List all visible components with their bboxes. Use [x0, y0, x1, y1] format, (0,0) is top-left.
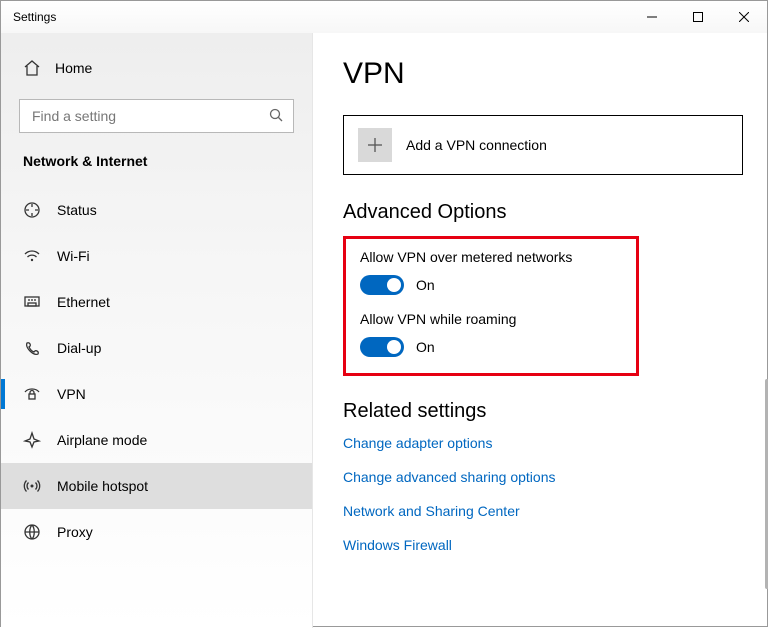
category-header: Network & Internet — [1, 153, 312, 187]
airplane-icon — [23, 431, 41, 449]
toggle-switch-metered[interactable] — [360, 275, 404, 295]
link-windows-firewall[interactable]: Windows Firewall — [343, 537, 747, 553]
sidebar-item-dialup[interactable]: Dial-up — [1, 325, 312, 371]
sidebar-item-airplane[interactable]: Airplane mode — [1, 417, 312, 463]
home-label: Home — [55, 60, 92, 76]
window-title: Settings — [13, 10, 56, 24]
wifi-icon — [23, 247, 41, 265]
home-icon — [23, 59, 41, 77]
toggle-state: On — [416, 277, 435, 293]
related-links: Change adapter options Change advanced s… — [343, 435, 747, 563]
sidebar: Home Network & Internet Status — [1, 33, 313, 628]
home-button[interactable]: Home — [1, 51, 312, 85]
sidebar-item-wifi[interactable]: Wi-Fi — [1, 233, 312, 279]
minimize-button[interactable] — [629, 1, 675, 33]
toggle-label: Allow VPN while roaming — [360, 311, 622, 327]
hotspot-icon — [23, 477, 41, 495]
maximize-button[interactable] — [675, 1, 721, 33]
sidebar-item-ethernet[interactable]: Ethernet — [1, 279, 312, 325]
titlebar: Settings — [1, 1, 767, 33]
sidebar-item-proxy[interactable]: Proxy — [1, 509, 312, 555]
add-vpn-label: Add a VPN connection — [406, 137, 547, 153]
plus-icon — [358, 128, 392, 162]
toggle-label: Allow VPN over metered networks — [360, 249, 622, 265]
search-icon — [269, 108, 283, 125]
search-input[interactable] — [19, 99, 294, 133]
link-network-center[interactable]: Network and Sharing Center — [343, 503, 747, 519]
sidebar-item-vpn[interactable]: VPN — [1, 371, 312, 417]
toggle-state: On — [416, 339, 435, 355]
nav-list: Status Wi-Fi Ethernet Dial-up — [1, 187, 312, 555]
sidebar-item-label: Ethernet — [57, 294, 110, 310]
close-button[interactable] — [721, 1, 767, 33]
window-controls — [629, 1, 767, 33]
dialup-icon — [23, 339, 41, 357]
toggle-metered: Allow VPN over metered networks On — [360, 249, 622, 295]
status-icon — [23, 201, 41, 219]
proxy-icon — [23, 523, 41, 541]
related-settings-heading: Related settings — [343, 400, 747, 423]
sidebar-item-label: VPN — [57, 386, 86, 402]
advanced-options-heading: Advanced Options — [343, 201, 747, 224]
toggle-switch-roaming[interactable] — [360, 337, 404, 357]
sidebar-item-label: Wi-Fi — [57, 248, 90, 264]
sidebar-item-status[interactable]: Status — [1, 187, 312, 233]
add-vpn-button[interactable]: Add a VPN connection — [343, 115, 743, 175]
maximize-icon — [693, 12, 703, 22]
search-field[interactable] — [30, 107, 269, 125]
link-adapter-options[interactable]: Change adapter options — [343, 435, 747, 451]
sidebar-item-label: Airplane mode — [57, 432, 147, 448]
vpn-icon — [23, 385, 41, 403]
close-icon — [739, 12, 749, 22]
sidebar-item-label: Mobile hotspot — [57, 478, 148, 494]
sidebar-item-label: Dial-up — [57, 340, 101, 356]
main-panel: VPN Add a VPN connection Advanced Option… — [313, 33, 767, 628]
sidebar-item-hotspot[interactable]: Mobile hotspot — [1, 463, 312, 509]
sidebar-item-label: Proxy — [57, 524, 93, 540]
toggle-roaming: Allow VPN while roaming On — [360, 311, 622, 357]
link-sharing-options[interactable]: Change advanced sharing options — [343, 469, 747, 485]
minimize-icon — [647, 12, 657, 22]
ethernet-icon — [23, 293, 41, 311]
highlighted-region: Allow VPN over metered networks On Allow… — [343, 236, 639, 376]
sidebar-item-label: Status — [57, 202, 97, 218]
page-title: VPN — [343, 57, 747, 91]
